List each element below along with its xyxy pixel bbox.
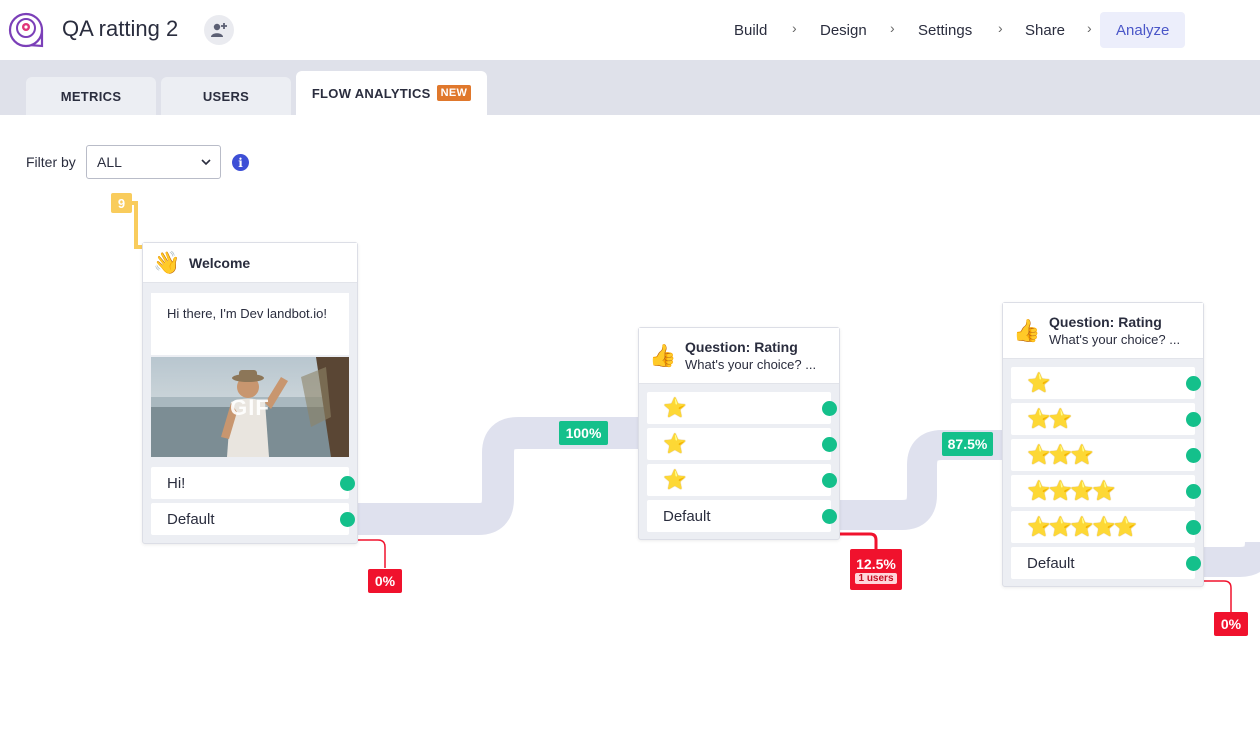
rating1-option-2[interactable]: ⭐ — [647, 428, 837, 460]
star-icon: ⭐ — [1027, 373, 1051, 394]
rating1-option-default[interactable]: Default — [647, 500, 837, 532]
output-connector[interactable] — [340, 476, 355, 491]
rating1-drop-percentage: 12.5% 1 users — [850, 549, 902, 590]
welcome-node[interactable]: 👋 Welcome Hi there, I'm Dev landbot.io! … — [142, 242, 358, 544]
nav-share[interactable]: Share — [1025, 12, 1065, 48]
nav-build[interactable]: Build — [734, 12, 767, 48]
rating2-drop-percentage: 0% — [1214, 612, 1248, 636]
rating2-option-5-stars[interactable]: ⭐⭐⭐⭐⭐ — [1011, 511, 1201, 543]
analytics-tab-bar: METRICS USERS FLOW ANALYTICS NEW — [0, 60, 1260, 115]
output-connector[interactable] — [822, 401, 837, 416]
node-title: Welcome — [189, 254, 251, 271]
rating2-option-2-stars[interactable]: ⭐⭐ — [1011, 403, 1201, 435]
rating-question-node-2[interactable]: 👍 Question: Rating What's your choice? .… — [1002, 302, 1204, 587]
drop-line-welcome — [358, 539, 386, 568]
rating2-in-percentage: 87.5% — [942, 432, 993, 456]
drop-users-count: 1 users — [855, 572, 897, 584]
rating2-option-4-stars[interactable]: ⭐⭐⭐⭐ — [1011, 475, 1201, 507]
output-connector[interactable] — [822, 509, 837, 524]
top-bar: QA ratting 2 Build › Design › Settings ›… — [0, 0, 1260, 60]
output-connector[interactable] — [1186, 376, 1201, 391]
star-icon: ⭐⭐⭐⭐ — [1027, 481, 1116, 502]
tab-users[interactable]: USERS — [161, 77, 291, 115]
star-icon: ⭐ — [663, 398, 687, 419]
output-connector[interactable] — [1186, 520, 1201, 535]
star-icon: ⭐⭐⭐ — [1027, 445, 1094, 466]
nav-separator: › — [998, 20, 1003, 36]
nav-design[interactable]: Design — [820, 12, 867, 48]
add-collaborator-button[interactable] — [204, 15, 234, 45]
output-connector[interactable] — [1186, 412, 1201, 427]
bot-title[interactable]: QA ratting 2 — [62, 16, 178, 42]
landbot-logo-icon[interactable] — [7, 11, 45, 49]
nav-settings[interactable]: Settings — [918, 12, 972, 48]
path-welcome-to-rating1 — [357, 417, 640, 535]
nav-separator: › — [890, 20, 895, 36]
start-connector — [132, 201, 143, 249]
welcome-button-hi[interactable]: Hi! — [151, 467, 355, 499]
star-icon: ⭐ — [663, 470, 687, 491]
nav-analyze[interactable]: Analyze — [1100, 12, 1186, 48]
rating2-option-3-stars[interactable]: ⭐⭐⭐ — [1011, 439, 1201, 471]
tab-flow-analytics[interactable]: FLOW ANALYTICS NEW — [296, 71, 487, 115]
rating1-in-percentage: 100% — [559, 421, 608, 445]
nav-separator: › — [792, 20, 797, 36]
rating2-option-default[interactable]: Default — [1011, 547, 1201, 579]
node-subtitle: What's your choice? ... — [685, 357, 817, 372]
rating1-option-1[interactable]: ⭐ — [647, 392, 837, 424]
gif-label: GIF — [230, 395, 270, 420]
waving-hand-icon: 👋 — [153, 249, 181, 275]
rating1-option-3[interactable]: ⭐ — [647, 464, 837, 496]
drop-line-rating2 — [1204, 580, 1232, 612]
star-icon: ⭐ — [663, 434, 687, 455]
output-connector[interactable] — [1186, 556, 1201, 571]
welcome-message: Hi there, I'm Dev landbot.io! — [151, 293, 349, 355]
path-rating2-to-next — [1203, 541, 1260, 577]
welcome-node-header: 👋 Welcome — [143, 243, 357, 283]
thumbs-up-icon: 👍 — [1013, 317, 1041, 343]
welcome-button-default[interactable]: Default — [151, 503, 355, 535]
output-connector[interactable] — [1186, 448, 1201, 463]
start-users-count: 9 — [111, 193, 132, 213]
node-title: Question: Rating — [1049, 314, 1162, 330]
rating2-option-1-star[interactable]: ⭐ — [1011, 367, 1201, 399]
thumbs-up-icon: 👍 — [649, 342, 677, 368]
output-connector[interactable] — [822, 473, 837, 488]
output-connector[interactable] — [822, 437, 837, 452]
rating-question-node-1[interactable]: 👍 Question: Rating What's your choice? .… — [638, 327, 840, 540]
output-connector[interactable] — [1186, 484, 1201, 499]
add-user-icon — [211, 23, 227, 37]
node-subtitle: What's your choice? ... — [1049, 332, 1181, 347]
welcome-drop-percentage: 0% — [368, 569, 402, 593]
node-title: Question: Rating — [685, 339, 798, 355]
gif-preview: GIF — [151, 357, 349, 457]
rating1-header: 👍 Question: Rating What's your choice? .… — [639, 328, 839, 384]
new-badge: NEW — [436, 85, 472, 101]
nav-separator: › — [1087, 20, 1092, 36]
star-icon: ⭐⭐⭐⭐⭐ — [1027, 517, 1137, 538]
tab-metrics[interactable]: METRICS — [26, 77, 156, 115]
rating2-header: 👍 Question: Rating What's your choice? .… — [1003, 303, 1203, 359]
output-connector[interactable] — [340, 512, 355, 527]
star-icon: ⭐⭐ — [1027, 409, 1072, 430]
